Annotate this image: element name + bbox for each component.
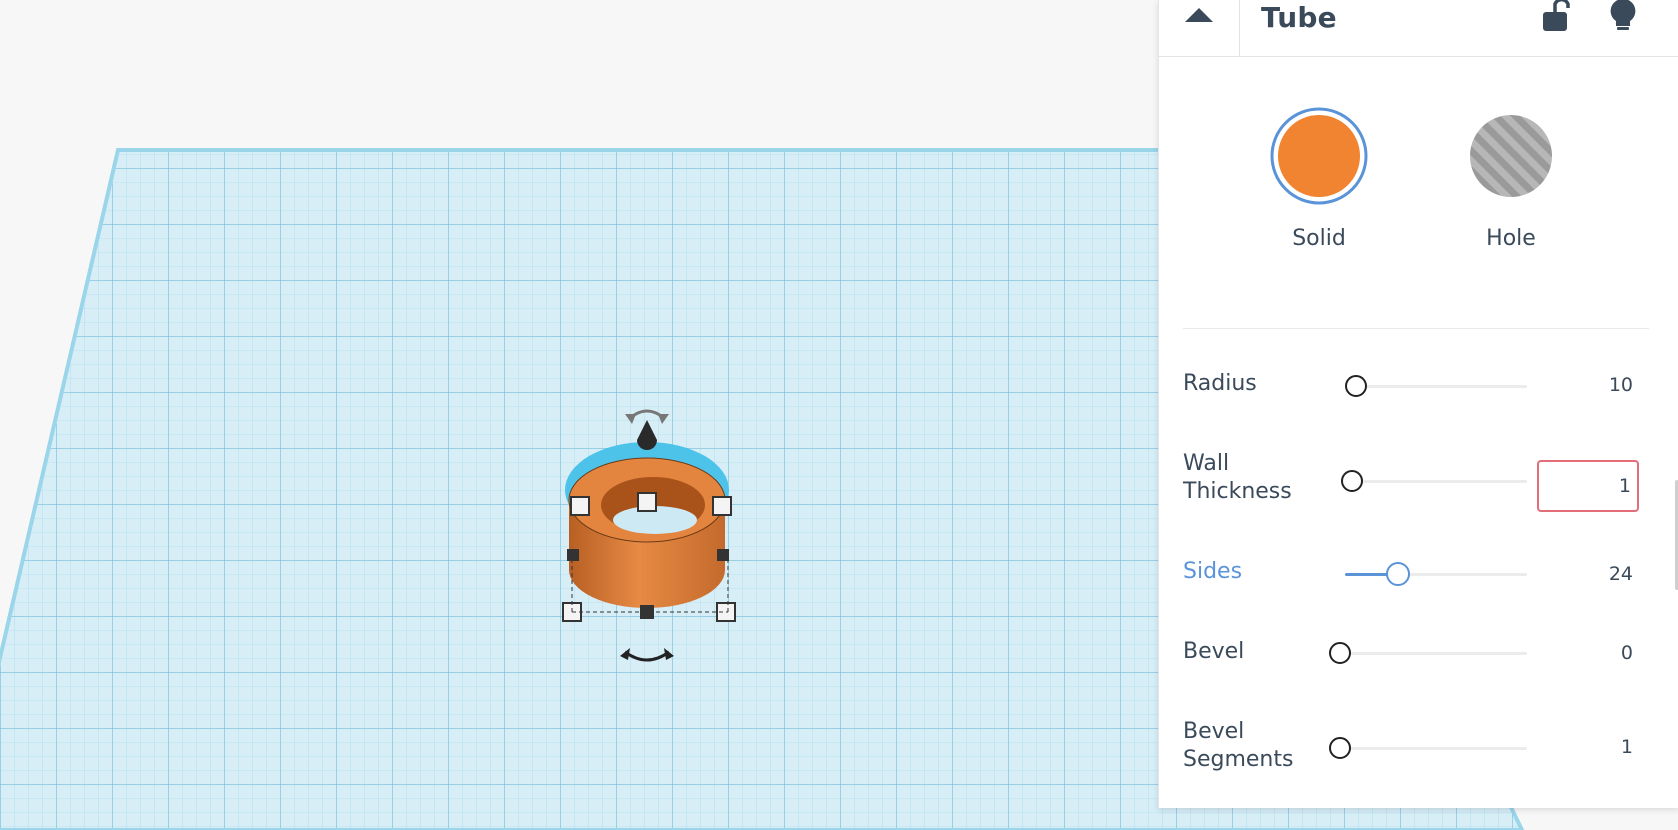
solid-label: Solid: [1292, 226, 1346, 251]
panel-divider: [1183, 328, 1649, 329]
bevel-segments-slider-track[interactable]: [1339, 747, 1527, 750]
bevel-segments-value[interactable]: 1: [1573, 736, 1633, 758]
sides-slider-knob[interactable]: [1386, 562, 1410, 586]
bevel-segments-slider-knob[interactable]: [1329, 737, 1351, 759]
collapse-inspector-button[interactable]: [1159, 0, 1240, 56]
sides-label: Sides: [1183, 559, 1243, 584]
caret-up-icon: [1185, 8, 1213, 22]
lightbulb-icon[interactable]: [1605, 0, 1641, 38]
radius-value[interactable]: 10: [1573, 374, 1633, 396]
sides-value[interactable]: 24: [1573, 563, 1633, 585]
radius-label: Radius: [1183, 371, 1257, 396]
wall-thickness-input[interactable]: [1537, 460, 1639, 512]
wall-thickness-label: Wall Thickness: [1183, 451, 1292, 504]
bevel-value[interactable]: 0: [1573, 642, 1633, 664]
wall-thickness-slider-track[interactable]: [1351, 480, 1527, 483]
hole-button[interactable]: [1461, 106, 1561, 206]
solid-button[interactable]: [1269, 106, 1369, 206]
hole-swatch-icon: [1463, 108, 1559, 204]
bevel-label: Bevel: [1183, 639, 1245, 664]
bevel-slider-knob[interactable]: [1329, 642, 1351, 664]
bevel-segments-label: Bevel Segments: [1183, 719, 1294, 772]
solid-swatch-icon: [1270, 107, 1368, 205]
shape-name-title[interactable]: Tube: [1261, 0, 1337, 36]
hole-label: Hole: [1486, 226, 1536, 251]
wall-thickness-slider-knob[interactable]: [1341, 470, 1363, 492]
unlocked-padlock-icon[interactable]: [1537, 0, 1573, 38]
inspector-header: Tube: [1159, 0, 1678, 57]
radius-slider-knob[interactable]: [1345, 375, 1367, 397]
bevel-slider-track[interactable]: [1339, 652, 1527, 655]
shape-inspector-panel: Tube Solid Hole Radius 10 Wall Thickness…: [1158, 0, 1678, 808]
radius-slider-track[interactable]: [1351, 385, 1527, 388]
